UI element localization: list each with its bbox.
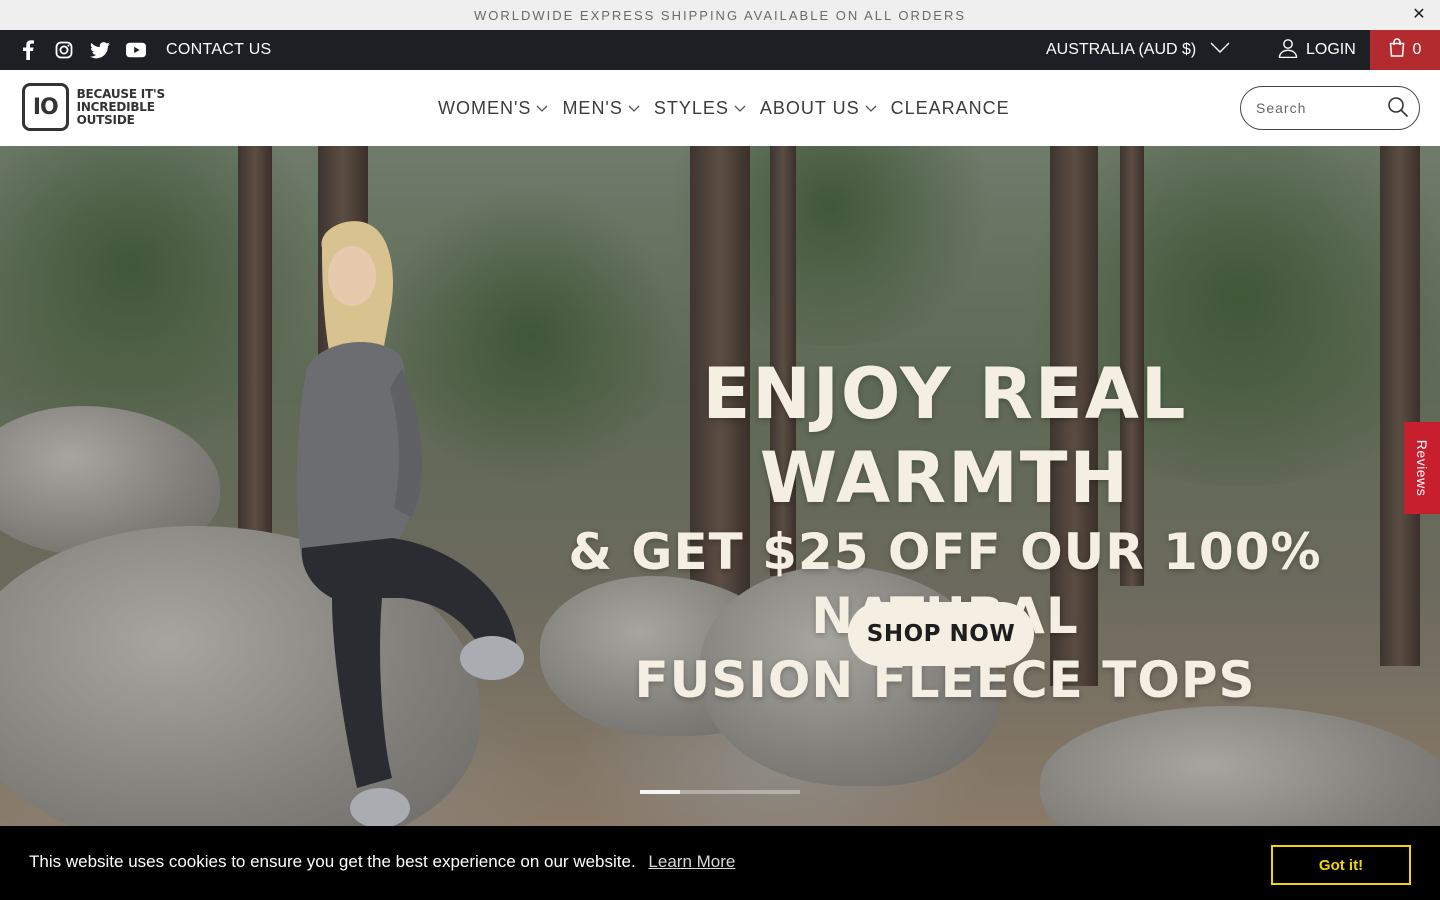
contact-us-link[interactable]: CONTACT US (166, 41, 272, 59)
slide-indicators (640, 790, 800, 794)
instagram-icon[interactable] (54, 40, 74, 60)
logo-line-2: INCREDIBLE OUTSIDE (76, 99, 155, 127)
search-input[interactable] (1256, 100, 1376, 116)
slide-dot[interactable] (640, 790, 680, 794)
slide-dot[interactable] (680, 790, 720, 794)
nav-item-mens[interactable]: MEN'S (562, 97, 640, 119)
cookie-message: This website uses cookies to ensure you … (29, 852, 636, 871)
currency-label: AUSTRALIA (AUD $) (1046, 41, 1197, 58)
slide-dot[interactable] (720, 790, 760, 794)
social-links: CONTACT US (18, 30, 272, 70)
cart-count: 0 (1412, 41, 1422, 58)
tree-trunk (1380, 146, 1420, 666)
headline-line-1: ENJOY REAL WARMTH (702, 353, 1188, 519)
shop-now-button[interactable]: SHOP NOW (848, 602, 1034, 666)
nav-item-clearance[interactable]: CLEARANCE (891, 98, 1010, 119)
nav-item-label: CLEARANCE (890, 97, 1010, 118)
reviews-tab-label: Reviews (1414, 439, 1430, 497)
announcement-text: WORLDWIDE EXPRESS SHIPPING AVAILABLE ON … (473, 7, 967, 23)
announcement-bar: WORLDWIDE EXPRESS SHIPPING AVAILABLE ON … (0, 0, 1440, 30)
close-icon[interactable]: ✕ (1410, 6, 1428, 24)
nav-item-label: ABOUT US (759, 97, 860, 118)
cookie-accept-button[interactable]: Got it! (1271, 845, 1411, 885)
search-box (1240, 86, 1420, 130)
login-label: LOGIN (1306, 41, 1356, 58)
cart-button[interactable]: 0 (1370, 30, 1440, 70)
twitter-icon[interactable] (90, 40, 110, 60)
cookie-message-wrap: This website uses cookies to ensure you … (29, 852, 735, 872)
currency-selector[interactable]: AUSTRALIA (AUD $) (1046, 30, 1230, 70)
shopping-bag-icon (1389, 38, 1405, 62)
site-logo[interactable]: IO BECAUSE IT'S INCREDIBLE OUTSIDE (22, 82, 212, 132)
slide-dot[interactable] (760, 790, 800, 794)
login-link[interactable]: LOGIN (1278, 30, 1356, 70)
nav-item-label: WOMEN'S (438, 97, 532, 118)
chevron-down-icon (865, 105, 877, 112)
reviews-tab[interactable]: Reviews (1404, 422, 1440, 514)
cookie-banner: This website uses cookies to ensure you … (0, 826, 1440, 900)
chevron-down-icon (1210, 41, 1230, 59)
search-icon[interactable] (1387, 96, 1409, 123)
hero-slideshow: ENJOY REAL WARMTH & GET $25 OFF OUR 100%… (0, 146, 1440, 826)
logo-line-1: BECAUSE IT'S (76, 86, 166, 101)
chevron-down-icon (628, 105, 640, 112)
logo-text: BECAUSE IT'S INCREDIBLE OUTSIDE (76, 86, 212, 127)
nav-item-label: STYLES (653, 97, 729, 118)
facebook-icon[interactable] (18, 40, 38, 60)
youtube-icon[interactable] (126, 40, 146, 60)
chevron-down-icon (536, 105, 548, 112)
nav-item-styles[interactable]: STYLES (654, 98, 746, 119)
nav-item-about-us[interactable]: ABOUT US (760, 98, 877, 119)
main-nav: WOMEN'S MEN'S STYLES ABOUT US CLEARANCE (438, 70, 1010, 146)
logo-mark: IO (22, 83, 69, 131)
learn-more-link[interactable]: Learn More (648, 852, 735, 871)
top-utility-bar: CONTACT US AUSTRALIA (AUD $) LOGIN 0 (0, 30, 1440, 70)
nav-item-womens[interactable]: WOMEN'S (438, 98, 548, 119)
chevron-down-icon (734, 105, 746, 112)
model-photo (296, 221, 524, 826)
main-header: IO BECAUSE IT'S INCREDIBLE OUTSIDE WOMEN… (0, 70, 1440, 146)
boulder (1040, 706, 1440, 826)
nav-item-label: MEN'S (562, 97, 623, 118)
user-icon (1278, 38, 1298, 63)
